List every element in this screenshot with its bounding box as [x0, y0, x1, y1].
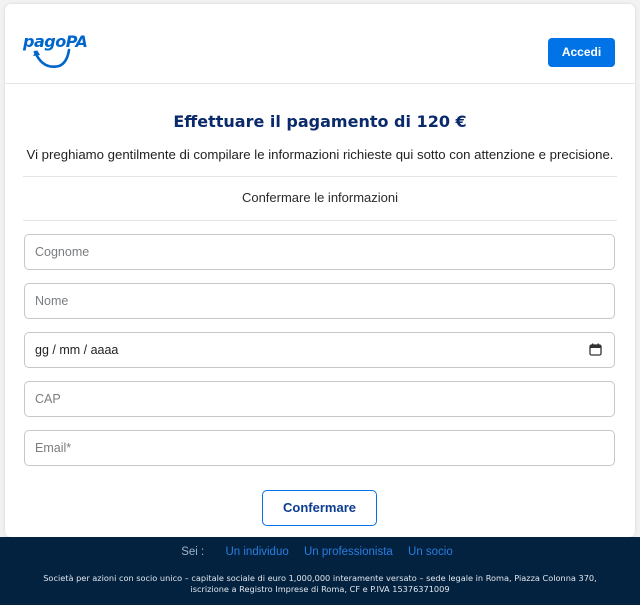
legal-line: Società per azioni con socio unico – cap… — [43, 573, 597, 583]
email-field[interactable] — [24, 430, 615, 466]
surname-input[interactable] — [25, 235, 614, 269]
page-title: Effettuare il pagamento di 120 € — [173, 112, 467, 131]
section-label: Confermare le informazioni — [241, 190, 399, 205]
footer: Sei : Un individuo Un professionista Un … — [0, 537, 640, 605]
calendar-icon[interactable] — [589, 343, 602, 356]
footer-link-individual[interactable]: Un individuo — [225, 546, 288, 558]
divider — [23, 176, 617, 177]
name-input[interactable] — [25, 284, 614, 318]
name-field[interactable] — [24, 283, 615, 319]
pagopa-logo-icon[interactable]: pagoPA — [23, 32, 88, 76]
surname-field[interactable] — [24, 234, 615, 270]
cap-field[interactable] — [24, 381, 615, 417]
footer-links: Sei : Un individuo Un professionista Un … — [0, 546, 640, 558]
logo-swoosh-icon — [33, 48, 71, 68]
footer-link-partner[interactable]: Un socio — [408, 546, 453, 558]
header: pagoPA Accedi — [5, 4, 635, 84]
birthdate-value: gg / mm / aaaa — [35, 343, 119, 357]
login-button[interactable]: Accedi — [548, 38, 615, 67]
divider — [23, 220, 617, 221]
page-subtitle: Vi preghiamo gentilmente di compilare le… — [26, 147, 614, 162]
footer-sei-label: Sei : — [181, 546, 205, 558]
email-input[interactable] — [25, 431, 614, 465]
confirm-button[interactable]: Confermare — [262, 490, 377, 526]
cap-input[interactable] — [25, 382, 614, 416]
birthdate-field[interactable]: gg / mm / aaaa — [24, 332, 615, 368]
footer-legal-text: Società per azioni con socio unico – cap… — [0, 573, 640, 595]
footer-link-professional[interactable]: Un professionista — [304, 546, 393, 558]
payment-card: pagoPA Accedi Effettuare il pagamento di… — [5, 4, 635, 537]
legal-line: iscrizione a Registro Imprese di Roma, C… — [190, 584, 450, 594]
